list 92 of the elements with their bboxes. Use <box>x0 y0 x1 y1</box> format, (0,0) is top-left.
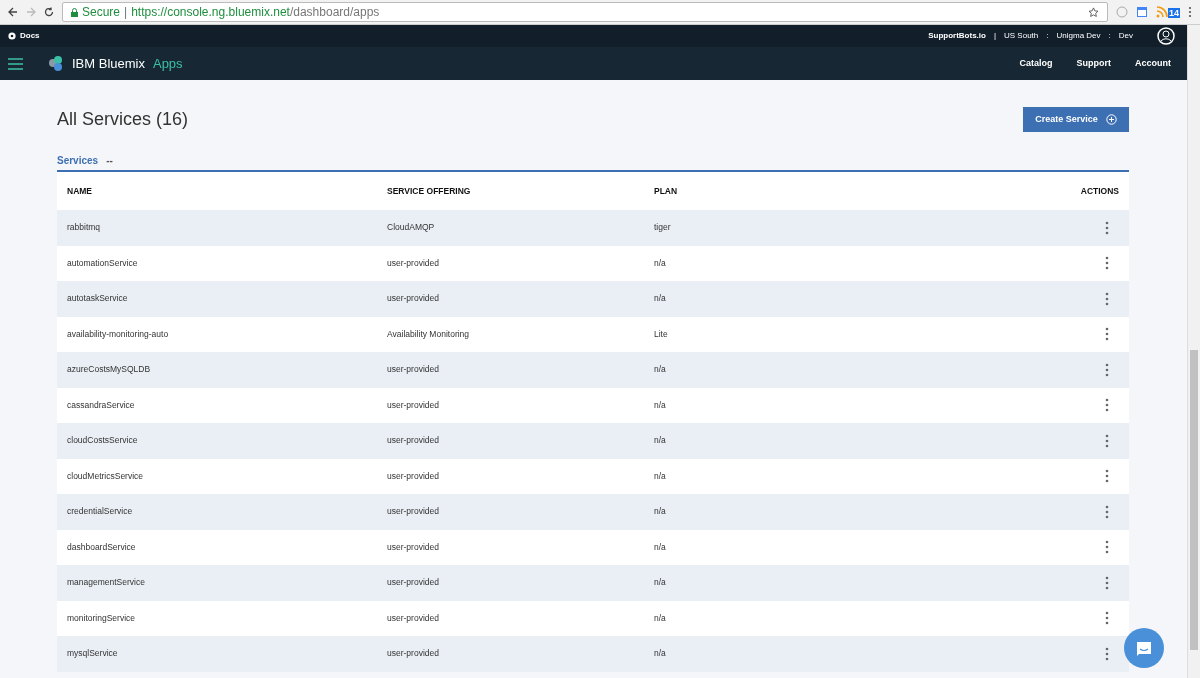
region-name[interactable]: US South <box>1004 30 1039 42</box>
address-bar[interactable]: Secure | https://console.ng.bluemix.net/dashboard/apps <box>62 2 1108 22</box>
plan-name: n/a <box>654 434 667 448</box>
plan-name: n/a <box>654 647 667 661</box>
back-icon[interactable] <box>8 7 18 17</box>
nav-link[interactable]: Support <box>1076 56 1111 71</box>
service-name: managementService <box>67 576 146 590</box>
overflow-menu-icon[interactable] <box>1105 575 1109 590</box>
service-name: rabbitmq <box>67 221 102 235</box>
overflow-menu-icon[interactable] <box>1105 398 1109 413</box>
service-offering: user-provided <box>387 576 440 590</box>
window-icon[interactable] <box>1136 6 1148 18</box>
overflow-menu-icon[interactable] <box>1105 327 1109 342</box>
plan-name: n/a <box>654 505 667 519</box>
secure-label: Secure <box>82 4 121 21</box>
service-name: azureCostsMySQLDB <box>67 363 152 377</box>
brand-name: IBM Bluemix <box>72 54 145 73</box>
plan-name: n/a <box>654 611 667 625</box>
service-offering: user-provided <box>387 647 440 661</box>
reload-icon[interactable] <box>44 7 54 17</box>
column-header: SERVICE OFFERING <box>387 184 472 198</box>
column-header: PLAN <box>654 184 679 198</box>
section-suffix: -- <box>106 154 113 168</box>
chat-button[interactable] <box>1124 628 1164 668</box>
overflow-menu-icon[interactable] <box>1105 469 1109 484</box>
service-offering: user-provided <box>387 469 440 483</box>
plan-name: n/a <box>654 398 667 412</box>
overflow-menu-icon[interactable] <box>1105 646 1109 661</box>
star-icon[interactable] <box>1088 6 1099 18</box>
service-name: availability-monitoring-auto <box>67 327 170 341</box>
service-name: mysqlService <box>67 647 119 661</box>
service-offering: user-provided <box>387 611 440 625</box>
space-name[interactable]: Unigma Dev <box>1056 30 1101 42</box>
logo-icon <box>47 55 64 72</box>
chat-bubble-icon <box>1135 639 1153 658</box>
service-offering: user-provided <box>387 256 440 270</box>
plan-name: n/a <box>654 363 667 377</box>
overflow-menu-icon[interactable] <box>1105 611 1109 626</box>
nav-link[interactable]: Account <box>1135 56 1171 71</box>
plan-name: n/a <box>654 576 667 590</box>
column-header: ACTIONS <box>1079 184 1119 198</box>
section-heading: Services <box>57 154 99 168</box>
service-name: credentialService <box>67 505 134 519</box>
docs-icon <box>8 32 16 40</box>
overflow-menu-icon[interactable] <box>1105 362 1109 377</box>
column-header: NAME <box>67 184 94 198</box>
service-offering: user-provided <box>387 505 440 519</box>
service-offering: user-provided <box>387 434 440 448</box>
lock-icon <box>71 7 78 17</box>
plan-name: tiger <box>654 221 672 235</box>
org-name[interactable]: SupportBots.io <box>928 30 986 42</box>
service-offering: Availability Monitoring <box>387 327 471 341</box>
plan-name: n/a <box>654 256 667 270</box>
user-avatar-icon[interactable] <box>1157 27 1175 45</box>
count-badge: 14 <box>1168 8 1180 18</box>
menu-icon[interactable] <box>8 57 23 70</box>
service-name: automationService <box>67 256 139 270</box>
plan-name: n/a <box>654 469 667 483</box>
overflow-menu-icon[interactable] <box>1105 291 1109 306</box>
docs-link[interactable]: Docs <box>20 30 40 42</box>
service-offering: user-provided <box>387 398 440 412</box>
service-offering: user-provided <box>387 292 440 306</box>
plan-name: n/a <box>654 292 667 306</box>
url-text: https://console.ng.bluemix.net/dashboard/apps <box>131 4 380 21</box>
service-name: cassandraService <box>67 398 136 412</box>
nav-link[interactable]: Catalog <box>1019 56 1053 71</box>
service-name: cloudCostsService <box>67 434 139 448</box>
service-name: autotaskService <box>67 292 129 306</box>
plan-name: n/a <box>654 540 667 554</box>
overflow-menu-icon[interactable] <box>1105 504 1109 519</box>
separator-text: | <box>993 30 997 42</box>
service-offering: CloudAMQP <box>387 221 436 235</box>
overflow-menu-icon[interactable] <box>1105 540 1109 555</box>
service-name: cloudMetricsService <box>67 469 145 483</box>
overflow-menu-icon[interactable] <box>1105 256 1109 271</box>
separator-text: : <box>1046 30 1049 42</box>
page-title: All Services (16) <box>57 108 189 131</box>
service-name: monitoringService <box>67 611 137 625</box>
create-service-button[interactable]: Create Service <box>1023 107 1129 132</box>
service-offering: user-provided <box>387 540 440 554</box>
service-offering: user-provided <box>387 363 440 377</box>
separator-text: | <box>124 4 128 21</box>
more-icon[interactable] <box>1188 6 1192 18</box>
section-title: Apps <box>152 54 183 73</box>
scrollbar[interactable] <box>1187 25 1200 678</box>
environment-name[interactable]: Dev <box>1118 30 1133 42</box>
overflow-menu-icon[interactable] <box>1105 220 1109 235</box>
plus-circle-icon <box>1105 114 1117 125</box>
plan-name: Lite <box>654 327 669 341</box>
service-name: dashboardService <box>67 540 137 554</box>
separator-text: : <box>1108 30 1111 42</box>
overflow-menu-icon[interactable] <box>1105 433 1109 448</box>
